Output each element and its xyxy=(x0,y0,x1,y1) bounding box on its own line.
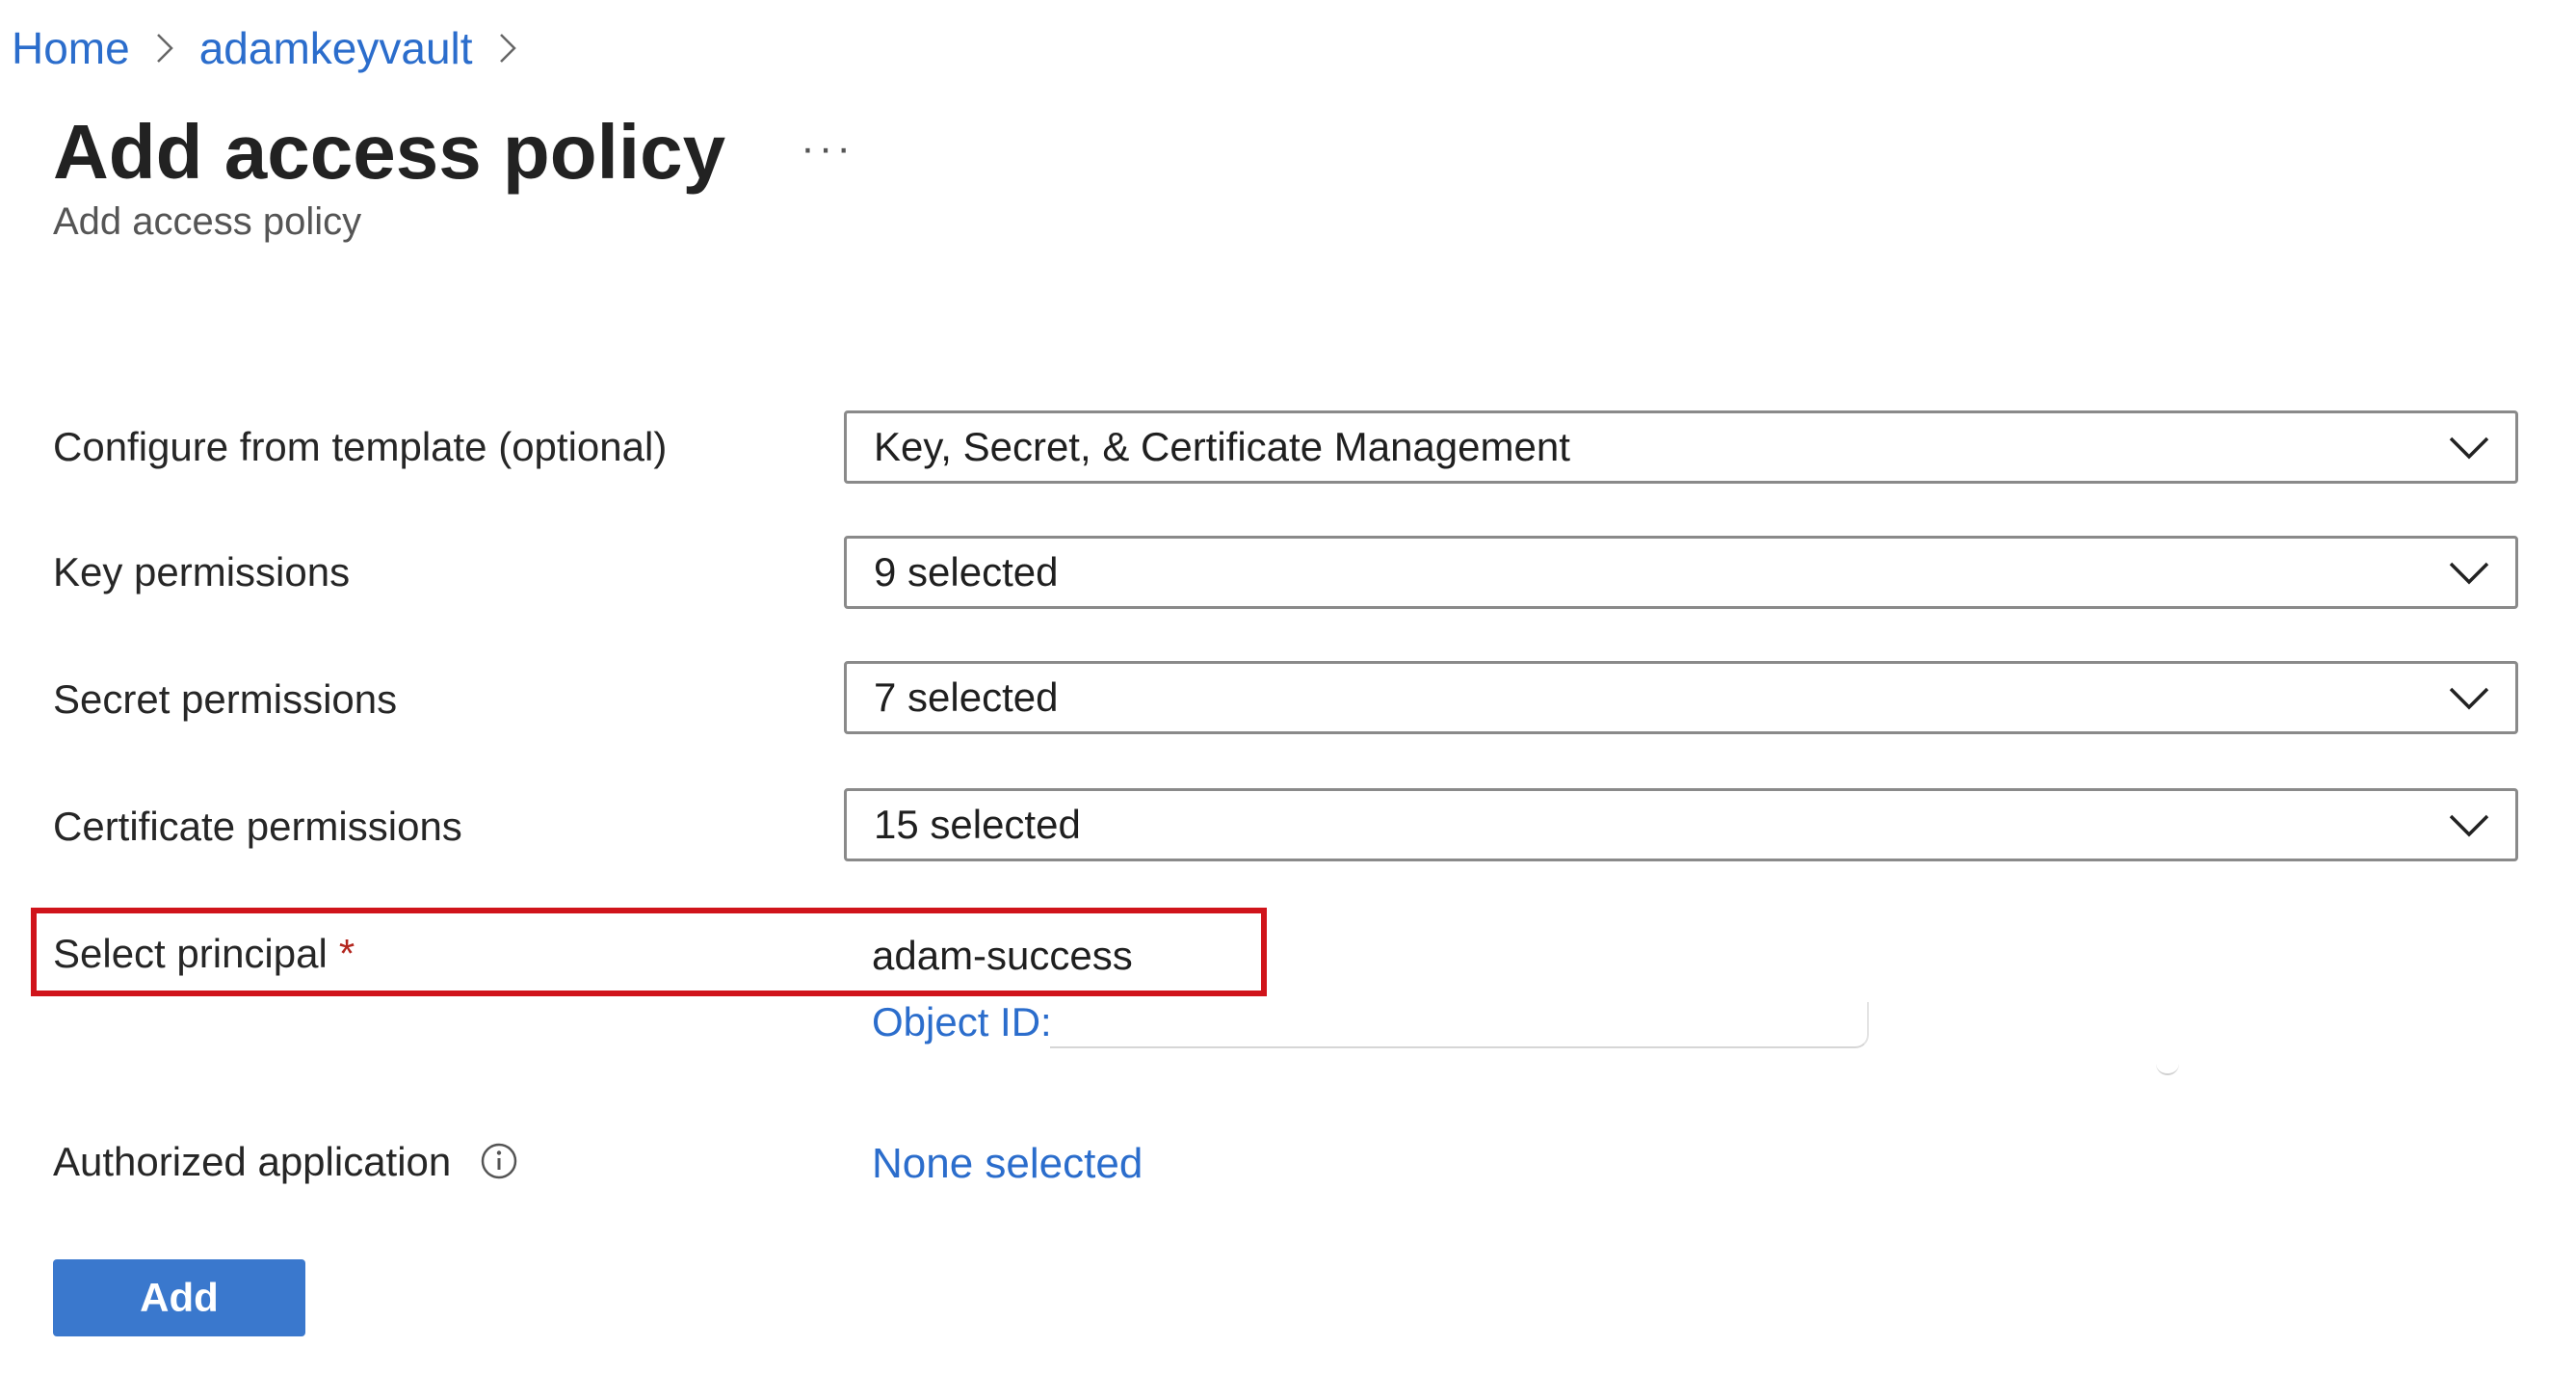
chevron-down-icon xyxy=(2448,558,2490,587)
chevron-down-icon xyxy=(2448,810,2490,839)
add-button[interactable]: Add xyxy=(53,1259,305,1336)
chevron-right-icon xyxy=(130,21,199,75)
certificate-permissions-label: Certificate permissions xyxy=(53,804,462,849)
principal-value[interactable]: adam-success xyxy=(872,933,1133,979)
secret-permissions-dropdown[interactable]: 7 selected xyxy=(844,661,2518,734)
chevron-down-icon xyxy=(2448,433,2490,462)
template-label: Configure from template (optional) xyxy=(53,424,668,469)
certificate-permissions-value: 15 selected xyxy=(874,802,1081,847)
breadcrumb: Home adamkeyvault xyxy=(12,21,542,75)
template-dropdown[interactable]: Key, Secret, & Certificate Management xyxy=(844,410,2518,484)
title-row: Add access policy ··· xyxy=(53,104,854,200)
breadcrumb-keyvault-link[interactable]: adamkeyvault xyxy=(199,22,473,74)
add-access-policy-page: Home adamkeyvault Add access policy ··· … xyxy=(0,0,2576,1374)
info-icon[interactable] xyxy=(480,1142,518,1180)
key-permissions-value: 9 selected xyxy=(874,549,1059,595)
object-id-redacted-value xyxy=(1050,1002,1869,1048)
authorized-application-label-row: Authorized application xyxy=(53,1139,518,1185)
certificate-permissions-dropdown[interactable]: 15 selected xyxy=(844,788,2518,861)
key-permissions-dropdown[interactable]: 9 selected xyxy=(844,536,2518,609)
page-subtitle: Add access policy xyxy=(53,200,362,243)
secret-permissions-value: 7 selected xyxy=(874,674,1059,720)
breadcrumb-home-link[interactable]: Home xyxy=(12,22,130,74)
secret-permissions-label: Secret permissions xyxy=(53,676,398,722)
principal-label: Select principal xyxy=(53,931,328,976)
chevron-down-icon xyxy=(2448,683,2490,712)
template-dropdown-value: Key, Secret, & Certificate Management xyxy=(874,424,1570,469)
decorative-arc xyxy=(2156,1060,2179,1075)
required-marker: * xyxy=(338,931,355,976)
key-permissions-label: Key permissions xyxy=(53,549,351,595)
page-title: Add access policy xyxy=(53,109,726,195)
more-options-button[interactable]: ··· xyxy=(801,124,854,172)
chevron-right-icon xyxy=(473,21,542,75)
object-id-link[interactable]: Object ID: xyxy=(872,999,1052,1045)
authorized-application-select-link[interactable]: None selected xyxy=(872,1140,1143,1188)
principal-label-row: Select principal * xyxy=(53,931,355,977)
authorized-application-label: Authorized application xyxy=(53,1139,452,1184)
